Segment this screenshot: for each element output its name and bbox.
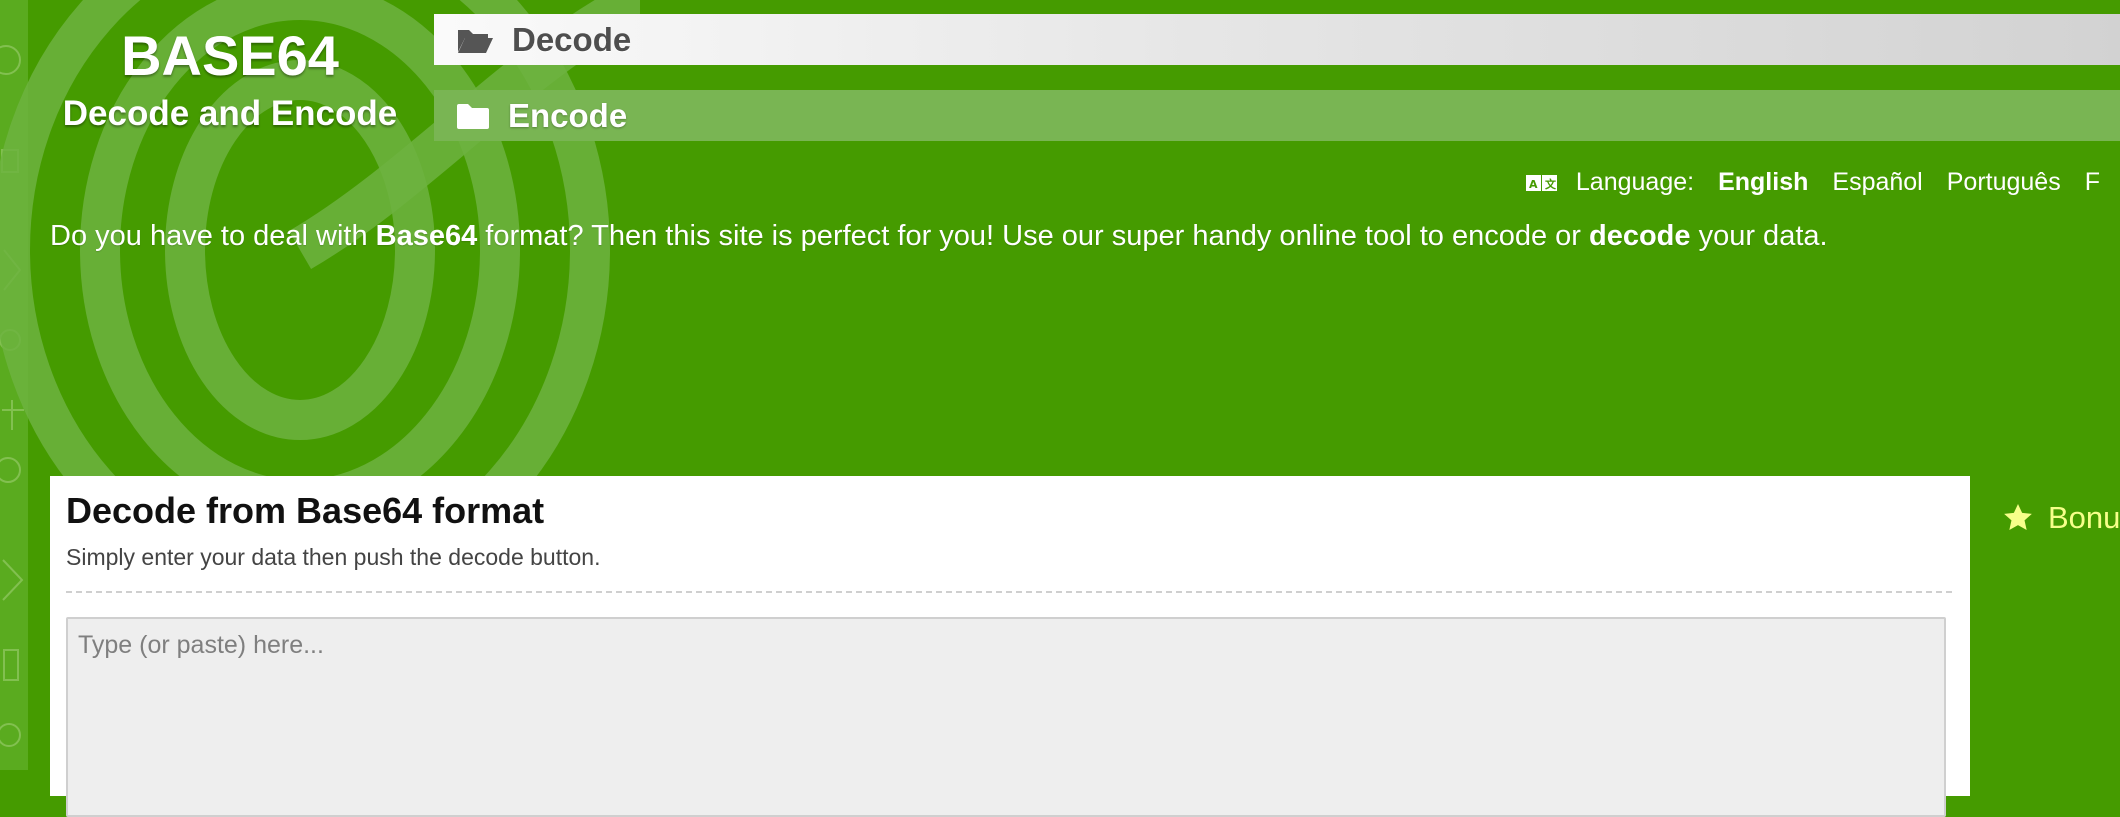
brand-title[interactable]: BASE64 bbox=[40, 20, 420, 92]
tab-encode-label: Encode bbox=[508, 96, 628, 134]
svg-text:A: A bbox=[1529, 178, 1538, 191]
folder-icon bbox=[456, 102, 490, 130]
brand-subtitle: Decode and Encode bbox=[62, 94, 398, 133]
panel-title: Decode from Base64 format bbox=[66, 490, 545, 531]
bonus-link[interactable]: Bonu bbox=[2002, 500, 2120, 536]
intro-part: format? Then this site is perfect for yo… bbox=[477, 220, 1589, 252]
tab-decode-label: Decode bbox=[512, 20, 632, 58]
intro-bold: decode bbox=[1589, 220, 1691, 252]
language-option-cut[interactable]: F bbox=[2085, 168, 2100, 197]
brand[interactable]: BASE64 Decode and Encode bbox=[40, 20, 420, 134]
tab-decode[interactable]: Decode bbox=[434, 14, 2120, 65]
language-label: Language: bbox=[1575, 168, 1695, 196]
star-icon bbox=[2002, 502, 2034, 534]
intro-text: Do you have to deal with Base64 format? … bbox=[50, 220, 1828, 253]
intro-part: your data. bbox=[1690, 220, 1828, 252]
svg-text:文: 文 bbox=[1545, 177, 1557, 191]
panel-subtitle: Simply enter your data then push the dec… bbox=[66, 544, 601, 570]
divider bbox=[66, 591, 1952, 593]
bonus-label: Bonu bbox=[2048, 500, 2120, 535]
language-bar: A 文 Language: English Español Português … bbox=[1525, 168, 2120, 197]
decode-panel: Decode from Base64 format Simply enter y… bbox=[50, 476, 1970, 817]
tab-encode[interactable]: Encode bbox=[434, 90, 2120, 141]
intro-bold: Base64 bbox=[375, 220, 478, 252]
language-option-english[interactable]: English bbox=[1718, 168, 1808, 197]
decode-input[interactable] bbox=[66, 617, 1946, 817]
folder-open-icon bbox=[456, 26, 494, 54]
intro-part: Do you have to deal with bbox=[50, 220, 376, 252]
language-icon: A 文 bbox=[1525, 173, 1558, 193]
language-option-portugues[interactable]: Português bbox=[1947, 168, 2061, 197]
language-option-espanol[interactable]: Español bbox=[1832, 168, 1922, 197]
